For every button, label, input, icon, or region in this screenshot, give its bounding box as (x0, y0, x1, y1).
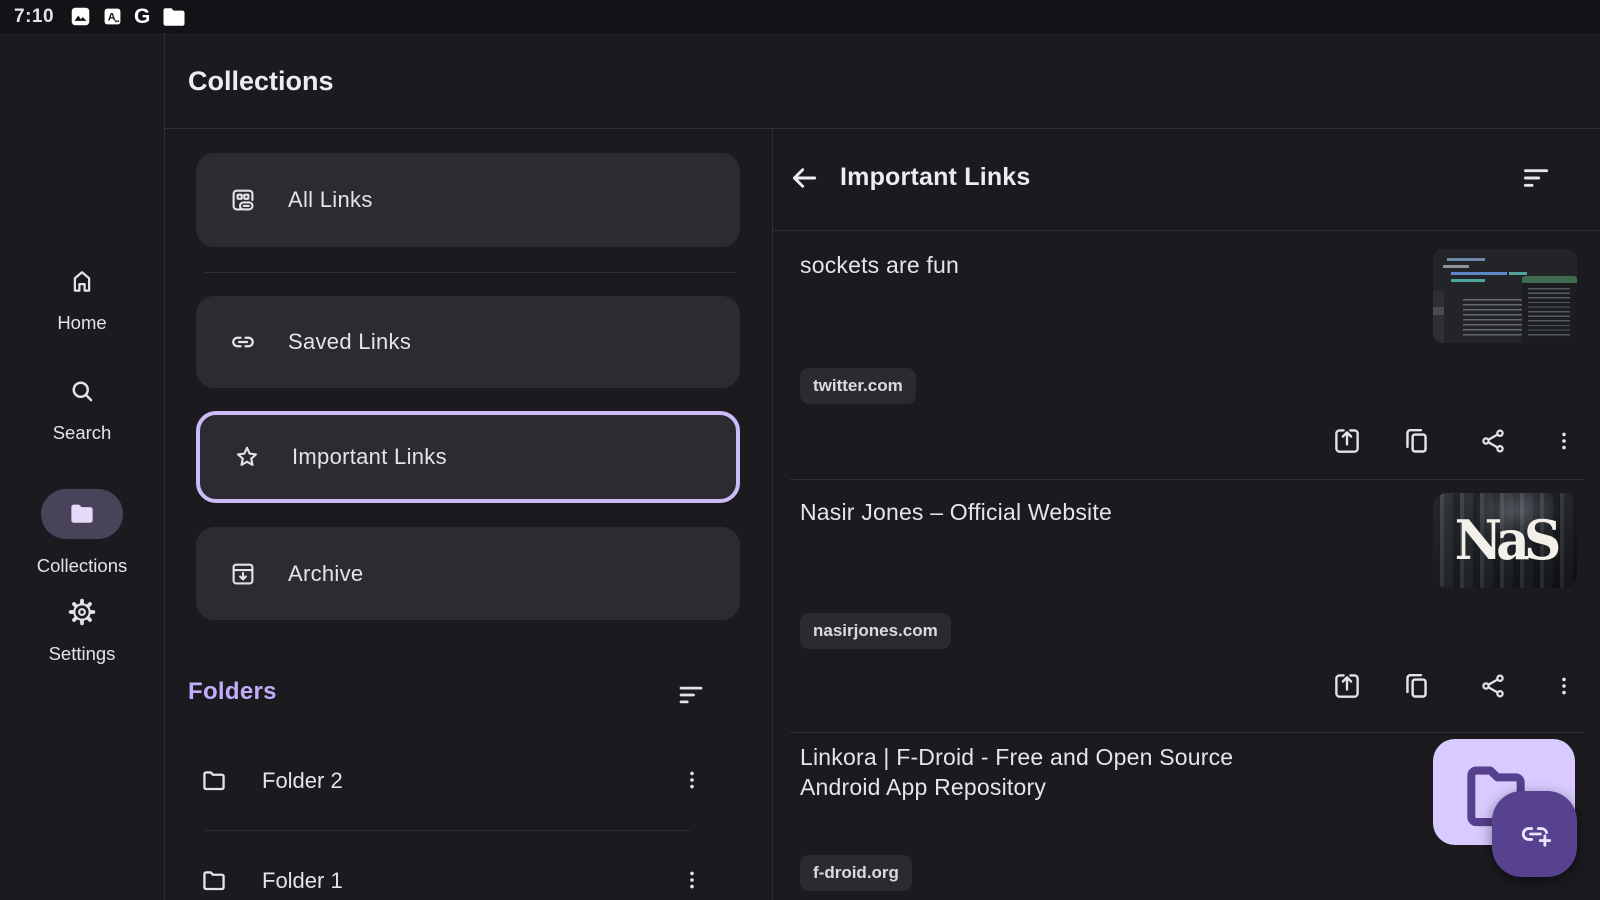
page-title: Collections (188, 66, 334, 97)
search-icon (67, 376, 97, 406)
section-archive[interactable]: Archive (196, 527, 740, 620)
nas-logo-text: NaS (1455, 508, 1556, 572)
sidebar-item-settings[interactable]: Settings (0, 597, 164, 665)
divider (772, 230, 1600, 231)
sort-icon[interactable] (1520, 162, 1552, 194)
active-pill (41, 489, 123, 539)
status-time: 7:10 (14, 6, 54, 28)
photos-icon (70, 6, 91, 27)
link-title[interactable]: Nasir Jones – Official Website (800, 497, 1360, 527)
link-icon (228, 327, 258, 357)
divider (790, 732, 1584, 733)
link-domain-chip[interactable]: twitter.com (800, 368, 916, 404)
sidebar-item-collections[interactable]: Collections (0, 489, 164, 577)
apk-installer-icon: A (103, 7, 122, 26)
sidebar-label-collections: Collections (37, 555, 128, 577)
add-link-icon (1517, 816, 1553, 852)
link-domain-chip[interactable]: f-droid.org (800, 855, 912, 891)
folder-outline-icon (200, 866, 228, 894)
sidebar-item-search[interactable]: Search (0, 376, 164, 444)
copy-icon[interactable] (1401, 425, 1432, 456)
link-title[interactable]: sockets are fun (800, 250, 1360, 280)
svg-text:A: A (108, 11, 116, 23)
header-divider (164, 128, 1600, 129)
copy-icon[interactable] (1401, 670, 1432, 701)
link-domain-chip[interactable]: nasirjones.com (800, 613, 951, 649)
divider (790, 479, 1584, 480)
sidebar-label-settings: Settings (49, 643, 116, 665)
sidebar-label-home: Home (57, 312, 106, 334)
section-label: Important Links (292, 444, 447, 470)
section-label: All Links (288, 187, 373, 213)
all-links-icon (228, 185, 258, 215)
back-button[interactable] (788, 162, 820, 194)
divider (204, 272, 736, 273)
more-vert-icon[interactable] (1552, 671, 1576, 701)
link-title[interactable]: Linkora | F-Droid - Free and Open Source… (800, 742, 1300, 802)
more-vert-icon[interactable] (1552, 426, 1576, 456)
home-icon (67, 266, 97, 296)
rail-divider (164, 33, 165, 900)
section-saved-links[interactable]: Saved Links (196, 296, 740, 388)
folder-name[interactable]: Folder 2 (262, 768, 343, 794)
settings-icon (67, 597, 97, 627)
files-icon (162, 7, 186, 27)
link-thumbnail-code-screenshot[interactable] (1433, 249, 1577, 343)
share-icon[interactable] (1478, 426, 1508, 456)
section-label: Saved Links (288, 329, 411, 355)
folders-heading: Folders (188, 678, 277, 706)
more-vert-icon[interactable] (680, 766, 704, 794)
detail-title: Important Links (840, 163, 1031, 192)
add-link-fab[interactable] (1492, 791, 1577, 877)
folder-name[interactable]: Folder 1 (262, 868, 343, 894)
link-thumbnail-nas[interactable]: NaS (1433, 493, 1577, 588)
sidebar-label-search: Search (53, 422, 112, 444)
share-icon[interactable] (1478, 671, 1508, 701)
folder-icon (67, 499, 97, 529)
google-icon: G (134, 6, 150, 27)
panel-divider (772, 128, 773, 900)
star-icon (232, 442, 262, 472)
sort-icon[interactable] (676, 680, 706, 710)
open-in-browser-icon[interactable] (1332, 671, 1362, 701)
archive-icon (228, 559, 258, 589)
section-all-links[interactable]: All Links (196, 153, 740, 247)
divider (204, 830, 690, 831)
folder-outline-icon (200, 766, 228, 794)
open-in-browser-icon[interactable] (1332, 426, 1362, 456)
status-bar: 7:10 A G (0, 0, 1600, 33)
more-vert-icon[interactable] (680, 866, 704, 894)
sidebar-item-home[interactable]: Home (0, 266, 164, 334)
section-important-links[interactable]: Important Links (196, 411, 740, 503)
section-label: Archive (288, 561, 363, 587)
